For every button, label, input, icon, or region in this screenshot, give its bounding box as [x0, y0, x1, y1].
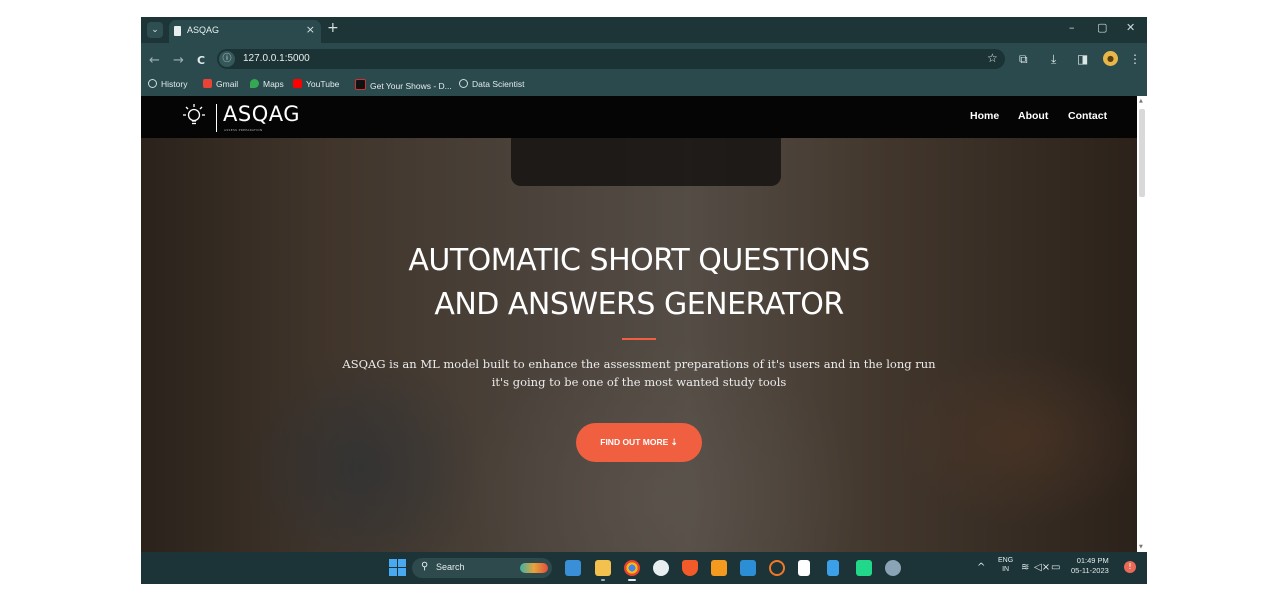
hero-title: AUTOMATIC SHORT QUESTIONS AND ANSWERS GE…: [239, 239, 1039, 327]
close-window-button[interactable]: ✕: [1126, 21, 1135, 34]
logo-divider: [216, 104, 217, 132]
lightbulb-logo-icon: [183, 104, 205, 125]
site-logo-text[interactable]: ASQAG: [223, 102, 300, 126]
browser-tab-active[interactable]: ASQAG ×: [169, 20, 321, 43]
hero-overlay: [141, 138, 1137, 552]
hero-title-line-1: AUTOMATIC SHORT QUESTIONS: [408, 243, 870, 278]
downloads-icon[interactable]: ⤓: [1051, 52, 1056, 67]
windows-taskbar: ⚲ Search ^ ENG IN ≋ ◁× ▭ 01:49 PM 05-11-…: [141, 552, 1147, 584]
search-highlight-icon: [520, 563, 548, 573]
hero-title-line-2: AND ANSWERS GENERATOR: [434, 287, 844, 322]
extensions-icon[interactable]: ⧉: [1019, 52, 1028, 67]
webpage-viewport: ASQAG ASSESS PREPARATION Home About Cont…: [141, 96, 1137, 552]
settings-icon[interactable]: [885, 560, 901, 576]
scroll-up-arrow-icon[interactable]: ▲: [1139, 98, 1143, 104]
bookmark-star-icon[interactable]: ☆: [987, 51, 998, 65]
notepad-icon[interactable]: [798, 560, 810, 576]
hero-description: ASQAG is an ML model built to enhance th…: [329, 355, 949, 391]
find-out-more-button[interactable]: FIND OUT MORE ⇣: [576, 423, 702, 462]
file-explorer-running-indicator: [601, 579, 605, 581]
page-scrollbar[interactable]: ▲ ▼: [1137, 96, 1147, 552]
notification-badge-icon[interactable]: !: [1124, 561, 1136, 573]
globe-icon: [459, 79, 468, 88]
nav-link-home[interactable]: Home: [970, 110, 999, 122]
tray-language-code: ENG: [998, 557, 1014, 564]
reload-button[interactable]: C: [197, 54, 205, 67]
site-logo-subtext: ASSESS PREPARATION: [224, 128, 263, 132]
gmail-icon: [203, 79, 212, 88]
tab-strip: ⌄ ASQAG × + – ▢ ✕: [141, 17, 1147, 43]
tray-overflow-chevron-icon[interactable]: ^: [977, 562, 985, 573]
bookmark-data-scientist[interactable]: Data Scientist: [459, 79, 524, 89]
clock-date: 05-11-2023: [1071, 566, 1109, 575]
tray-region-code: IN: [1002, 566, 1010, 573]
notes-icon[interactable]: [827, 560, 839, 576]
bookmark-maps[interactable]: Maps: [250, 79, 284, 89]
battery-icon[interactable]: ▭: [1051, 562, 1060, 573]
tab-title: ASQAG: [187, 25, 220, 35]
sublime-text-icon[interactable]: [711, 560, 727, 576]
file-explorer-icon[interactable]: [595, 560, 611, 576]
hero-description-line-1: ASQAG is an ML model built to enhance th…: [342, 357, 936, 371]
tray-language[interactable]: ENG IN: [998, 556, 1013, 574]
scrollbar-thumb[interactable]: [1139, 109, 1145, 197]
hero-accent-rule: [622, 338, 656, 340]
url-text[interactable]: 127.0.0.1:5000: [243, 53, 310, 64]
brave-icon[interactable]: [682, 560, 698, 576]
search-icon: ⚲: [421, 561, 429, 572]
tab-close-icon[interactable]: ×: [306, 23, 315, 36]
maximize-button[interactable]: ▢: [1097, 21, 1107, 34]
forward-button[interactable]: →: [173, 53, 184, 68]
minimize-button[interactable]: –: [1069, 21, 1075, 34]
side-panel-icon[interactable]: ◨: [1077, 52, 1088, 66]
site-info-icon[interactable]: ⓘ: [219, 51, 235, 67]
desktop-app-icon[interactable]: [565, 560, 581, 576]
chatgpt-icon[interactable]: [653, 560, 669, 576]
bookmark-history[interactable]: History: [148, 79, 187, 89]
youtube-icon: [293, 79, 302, 88]
bookmark-youtube[interactable]: YouTube: [293, 79, 339, 89]
address-bar[interactable]: ⓘ 127.0.0.1:5000 ☆: [217, 49, 1005, 69]
back-button[interactable]: ←: [149, 53, 160, 68]
bookmarks-bar: History Gmail Maps YouTube Get Your Show…: [141, 75, 1147, 96]
bookmark-gmail[interactable]: Gmail: [203, 79, 238, 89]
chrome-icon[interactable]: [624, 560, 640, 576]
maps-icon: [250, 79, 259, 88]
history-icon: [148, 79, 157, 88]
nav-link-contact[interactable]: Contact: [1068, 110, 1107, 122]
pycharm-icon[interactable]: [856, 560, 872, 576]
new-tab-button[interactable]: +: [327, 20, 339, 36]
site-navbar: ASQAG ASSESS PREPARATION Home About Cont…: [141, 96, 1137, 138]
nav-link-about[interactable]: About: [1018, 110, 1048, 122]
menu-kebab-icon[interactable]: ⋮: [1129, 52, 1141, 66]
chrome-active-indicator: [628, 579, 636, 581]
page-favicon-icon: [174, 26, 181, 36]
hero-description-line-2: it's going to be one of the most wanted …: [491, 375, 787, 389]
windows-start-icon[interactable]: [389, 559, 406, 576]
taskbar-search[interactable]: ⚲ Search: [412, 558, 552, 578]
profile-avatar[interactable]: ●: [1103, 51, 1118, 66]
volume-muted-icon[interactable]: ◁×: [1034, 562, 1050, 573]
vscode-icon[interactable]: [740, 560, 756, 576]
clock-time: 01:49 PM: [1076, 556, 1109, 565]
shows-icon: [355, 79, 366, 90]
desktop-screen: ⌄ ASQAG × + – ▢ ✕ ← → C ⓘ 127.0.0.1:5000…: [141, 17, 1147, 584]
bookmark-get-your-shows[interactable]: Get Your Shows - D...: [355, 79, 452, 91]
tray-clock[interactable]: 01:49 PM 05-11-2023: [1071, 556, 1109, 576]
scroll-down-arrow-icon[interactable]: ▼: [1139, 544, 1143, 550]
jupyter-icon[interactable]: [769, 560, 785, 576]
tab-search-button[interactable]: ⌄: [147, 22, 163, 38]
wifi-icon[interactable]: ≋: [1021, 562, 1029, 573]
taskbar-search-label: Search: [436, 562, 465, 572]
